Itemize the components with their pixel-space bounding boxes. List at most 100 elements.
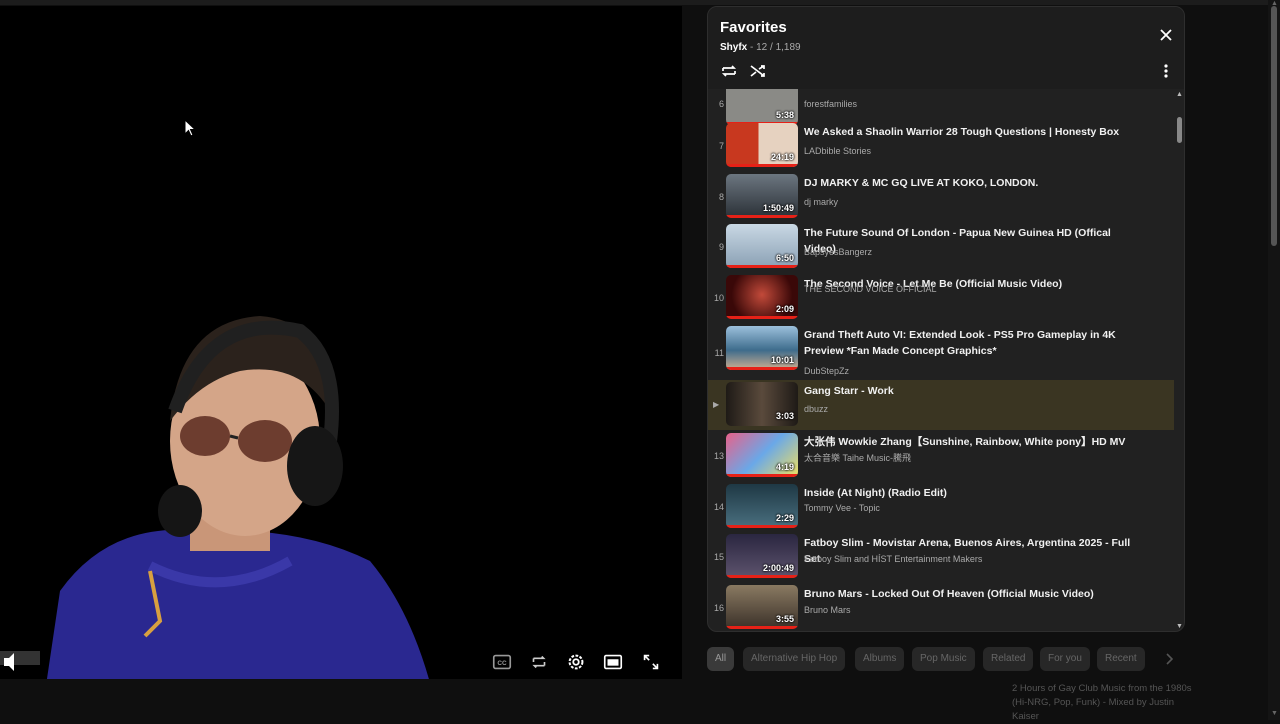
video-player[interactable]: CC [0,6,682,679]
video-thumbnail[interactable]: 4:19 [726,433,798,477]
video-duration: 1:50:49 [762,203,794,213]
page-scrollbar[interactable]: ▲ ▼ [1268,0,1280,720]
volume-icon[interactable] [2,652,20,672]
captions-button[interactable]: CC [490,650,514,674]
channel-name[interactable]: dbuzz [804,404,828,414]
channel-name[interactable]: Tommy Vee - Topic [804,503,880,513]
item-index: 10 [713,293,724,303]
video-thumbnail[interactable]: 3:55 [726,585,798,629]
video-title[interactable]: Inside (At Night) (Radio Edit) [804,485,1144,501]
player-controls: CC [0,642,682,679]
item-index: 8 [718,192,724,202]
webcam-overlay [0,316,429,679]
loop-icon [721,65,737,77]
playlist-item[interactable]: 7 24:19 We Asked a Shaolin Warrior 28 To… [708,121,1174,171]
channel-name[interactable]: Bruno Mars [804,605,851,615]
video-thumbnail[interactable]: 1:50:49 [726,174,798,218]
channel-name[interactable]: BapsyesBangerz [804,247,872,257]
expand-icon [643,654,659,670]
scroll-down-icon[interactable]: ▼ [1176,623,1183,630]
channel-name[interactable]: 太合音樂 Taihe Music-騰飛 [804,451,911,464]
item-index: 13 [713,451,724,461]
playlist-item[interactable]: 14 2:29 Inside (At Night) (Radio Edit) T… [708,482,1174,532]
playlist-title[interactable]: Favorites [720,19,787,36]
item-index: 15 [713,552,724,562]
video-title[interactable]: DJ MARKY & MC GQ LIVE AT KOKO, LONDON. [804,175,1144,191]
top-strip [0,0,1280,5]
channel-name[interactable]: dj marky [804,197,838,207]
close-button[interactable] [1154,23,1178,47]
recommended-video-title[interactable]: 2 Hours of Gay Club Music from the 1980s… [1012,682,1192,724]
video-duration: 6:50 [775,253,794,263]
close-icon [1160,29,1172,41]
gear-icon [568,654,584,670]
video-title[interactable]: We Asked a Shaolin Warrior 28 Tough Ques… [804,124,1144,140]
settings-button[interactable] [564,650,588,674]
playlist-owner[interactable]: Shyfx [720,42,747,53]
chip-recent[interactable]: Recent [1097,647,1145,671]
video-title[interactable]: Bruno Mars - Locked Out Of Heaven (Offic… [804,586,1144,602]
chip-related[interactable]: Related [983,647,1034,671]
video-thumbnail[interactable]: 5:38 [726,89,798,125]
chip-albums[interactable]: Albums [855,647,905,671]
more-options-button[interactable] [1154,59,1178,83]
chevron-right-icon[interactable] [1162,652,1176,666]
video-thumbnail[interactable]: 10:01 [726,326,798,370]
playlist-item[interactable]: 8 1:50:49 DJ MARKY & MC GQ LIVE AT KOKO,… [708,172,1174,222]
playlist-item[interactable]: 16 3:55 Bruno Mars - Locked Out Of Heave… [708,583,1174,631]
scrollbar-thumb[interactable] [1177,117,1182,143]
video-thumbnail[interactable]: 2:09 [726,275,798,319]
video-title[interactable]: Grand Theft Auto VI: Extended Look - PS5… [804,327,1144,359]
playlist-item[interactable]: 13 4:19 大张伟 Wowkie Zhang【Sunshine, Rainb… [708,431,1174,481]
video-thumbnail[interactable]: 24:19 [726,123,798,167]
video-title[interactable]: 大张伟 Wowkie Zhang【Sunshine, Rainbow, Whit… [804,434,1144,450]
playlist-items: 6 5:38 forestfamilies 7 24:19 We Asked a… [708,89,1174,631]
video-duration: 2:09 [775,304,794,314]
video-thumbnail[interactable]: 3:03 [726,382,798,426]
video-duration: 2:00:49 [762,563,794,573]
page-scrollbar-thumb[interactable] [1271,6,1277,246]
loop-playlist-button[interactable] [717,59,741,83]
video-thumbnail[interactable]: 6:50 [726,224,798,268]
chip-all[interactable]: All [707,647,735,671]
chip-alternative-hip-hop[interactable]: Alternative Hip Hop [743,647,846,671]
svg-text:CC: CC [497,660,507,667]
mouse-cursor-icon [184,119,196,137]
playlist-item[interactable]: 11 10:01 Grand Theft Auto VI: Extended L… [708,324,1174,376]
item-index: 16 [713,603,724,613]
shuffle-button[interactable] [746,59,770,83]
page-scroll-down-icon[interactable]: ▼ [1271,710,1278,717]
item-index: 9 [718,242,724,252]
item-index: 14 [713,502,724,512]
scroll-up-icon[interactable]: ▲ [1176,91,1183,98]
playlist-item-current[interactable]: ▶ 3:03 Gang Starr - Work dbuzz [708,380,1174,430]
playlist-scrollbar[interactable]: ▲ ▼ [1174,89,1184,631]
loop-button[interactable] [527,650,551,674]
playlist-position: 12 / 1,189 [756,42,801,53]
miniplayer-icon [603,654,623,670]
captions-icon: CC [492,654,512,670]
playlist-item[interactable]: 10 2:09 The Second Voice - Let Me Be (Of… [708,273,1174,323]
playlist-item[interactable]: 9 6:50 The Future Sound Of London - Papu… [708,222,1174,272]
channel-name[interactable]: LADbible Stories [804,146,871,156]
chip-for-you[interactable]: For you [1040,647,1090,671]
channel-name[interactable]: THE SECOND VOICE OFFICIAL [804,284,937,294]
channel-name[interactable]: DubStepZz [804,366,849,376]
video-duration: 10:01 [770,355,794,365]
chip-pop-music[interactable]: Pop Music [912,647,975,671]
video-title[interactable]: Gang Starr - Work [804,383,1144,399]
video-thumbnail[interactable]: 2:00:49 [726,534,798,578]
video-duration: 24:19 [770,152,794,162]
more-vert-icon [1164,64,1168,78]
video-duration: 3:03 [775,411,794,421]
playlist-panel: Favorites Shyfx - 12 / 1,189 6 5:38 fore… [707,6,1185,632]
playlist-item[interactable]: 15 2:00:49 Fatboy Slim - Movistar Arena,… [708,532,1174,582]
video-duration: 3:55 [775,614,794,624]
video-duration: 5:38 [775,110,794,120]
fullscreen-button[interactable] [639,650,663,674]
now-playing-icon: ▶ [713,400,720,409]
channel-name[interactable]: forestfamilies [804,99,857,109]
video-thumbnail[interactable]: 2:29 [726,484,798,528]
channel-name[interactable]: Fatboy Slim and HÍST Entertainment Maker… [804,554,982,564]
miniplayer-button[interactable] [601,650,625,674]
